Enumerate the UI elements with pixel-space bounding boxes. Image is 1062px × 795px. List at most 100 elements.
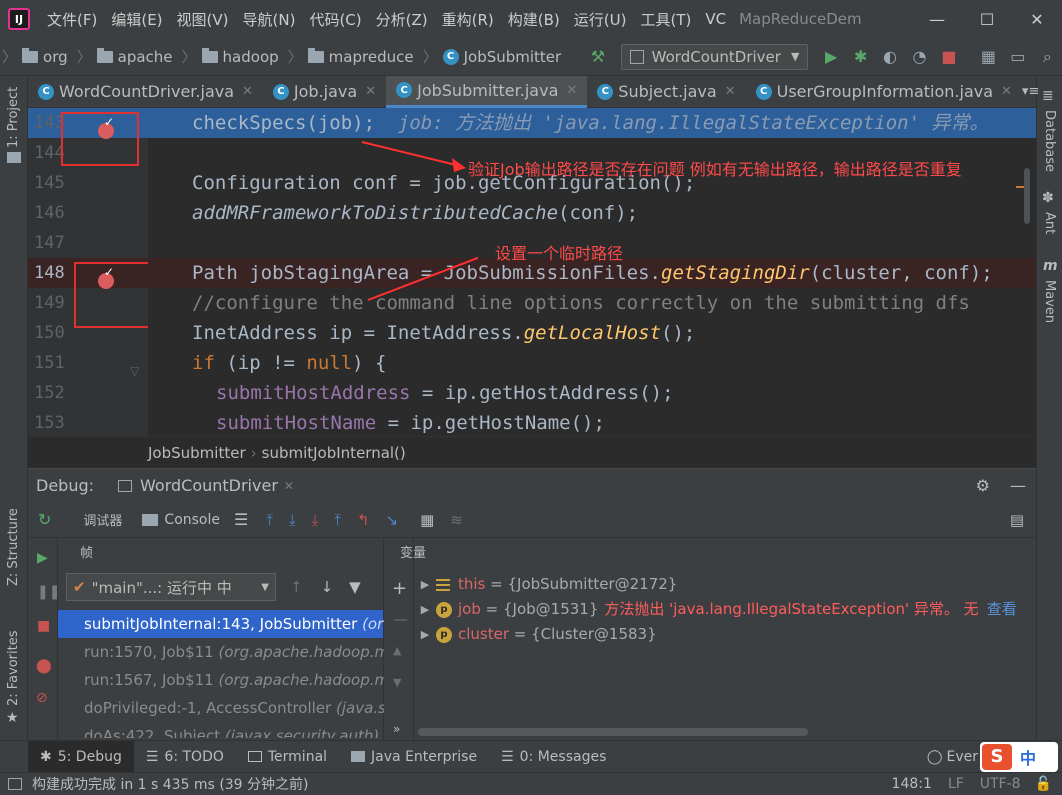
menu-view[interactable]: 视图(V) [170, 9, 236, 30]
tool-tab-debug[interactable]: ✱ 5: Debug [28, 740, 134, 773]
tab-wordcountdriver[interactable]: C WordCountDriver.java ✕ [28, 76, 263, 108]
line-separator[interactable]: LF [948, 776, 964, 792]
fold-icon[interactable]: ▽ [130, 364, 139, 378]
resume-icon[interactable]: ▶ [37, 550, 48, 566]
menu-lines-icon[interactable]: ☰ [234, 510, 248, 529]
close-icon[interactable]: ✕ [365, 84, 376, 99]
run-config-selector[interactable]: WordCountDriver ▼ [620, 43, 809, 70]
maximize-icon[interactable]: ☐ [962, 10, 1012, 29]
stop-icon[interactable]: ■ [37, 618, 50, 634]
stop-icon[interactable]: ■ [934, 47, 963, 66]
breadcrumb-method[interactable]: submitJobInternal() [262, 444, 406, 462]
editor-scrollbar[interactable] [1024, 168, 1030, 224]
minimize-icon[interactable]: — [1010, 476, 1026, 495]
tab-jobsubmitter[interactable]: C JobSubmitter.java ✕ [386, 75, 588, 108]
frame-item[interactable]: run:1567, Job$11 (org.apache.hadoop.m [58, 666, 389, 694]
cursor-position[interactable]: 148:1 [892, 776, 932, 792]
tab-console[interactable]: Console [164, 512, 220, 528]
close-icon[interactable]: ✕ [284, 479, 294, 493]
lock-icon[interactable]: 🔓 [1035, 776, 1052, 792]
file-encoding[interactable]: UTF-8 [980, 776, 1021, 792]
close-icon[interactable]: ✕ [566, 83, 577, 98]
mute-breakpoints-icon[interactable]: ⊘ [36, 690, 48, 706]
structure-tool-button[interactable]: Z: Structure [6, 508, 21, 586]
search-icon[interactable]: ⌕ [1033, 47, 1062, 67]
project-structure-icon[interactable]: ▦ [974, 47, 1003, 66]
crumb-hadoop[interactable]: hadoop [201, 47, 279, 66]
crumb-class[interactable]: C JobSubmitter [442, 48, 561, 66]
menu-navigate[interactable]: 导航(N) [236, 9, 303, 30]
horizontal-scrollbar[interactable] [418, 728, 808, 736]
crumb-mapreduce[interactable]: mapreduce [307, 47, 414, 66]
tool-tab-terminal[interactable]: Terminal [236, 741, 339, 773]
tab-debugger[interactable]: 调试器 [77, 510, 128, 529]
expand-triangle-icon[interactable]: ▶ [414, 597, 436, 622]
tab-usergroupinformation[interactable]: C UserGroupInformation.java ✕ [746, 76, 1022, 108]
add-watch-icon[interactable]: + [392, 578, 407, 599]
project-tool-button[interactable]: 1: Project [6, 87, 21, 148]
gear-icon[interactable]: ⚙ [976, 476, 990, 495]
close-icon[interactable]: ✕ [1012, 10, 1062, 29]
step-over-icon[interactable]: ⤓ [289, 511, 296, 529]
debug-session-tab[interactable]: WordCountDriver [140, 476, 278, 495]
crumb-org[interactable]: org [22, 47, 68, 66]
frame-item[interactable]: submitJobInternal:143, JobSubmitter (or [58, 610, 383, 638]
variable-row[interactable]: ▶ this = {JobSubmitter@2172} [414, 572, 1036, 597]
debug-bug-icon[interactable]: ✱ [846, 47, 875, 66]
close-icon[interactable]: ✕ [242, 84, 253, 99]
filter-icon[interactable]: ▼ [349, 578, 361, 596]
build-hammer-icon[interactable]: ⚒ [583, 47, 612, 66]
menu-run[interactable]: 运行(U) [567, 9, 634, 30]
tool-tab-todo[interactable]: ☰ 6: TODO [134, 741, 236, 773]
code-editor[interactable]: checkSpecs(job); job: 方法抛出 'java.lang.Il… [148, 108, 1036, 436]
menu-refactor[interactable]: 重构(R) [435, 9, 501, 30]
tool-tab-java-enterprise[interactable]: Java Enterprise [339, 741, 489, 773]
run-icon[interactable]: ▶ [816, 47, 845, 66]
step-out-icon[interactable]: ⤒ [334, 511, 341, 529]
ant-tool-button[interactable]: Ant [1042, 212, 1057, 234]
show-execution-point-icon[interactable]: ⤒ [266, 511, 273, 529]
expand-triangle-icon[interactable]: ▶ [414, 622, 436, 647]
close-icon[interactable]: ✕ [725, 84, 736, 99]
favorites-tool-button[interactable]: 2: Favorites [6, 630, 21, 706]
rerun-icon[interactable]: ↻ [38, 510, 51, 529]
step-into-icon[interactable]: ⤓ [312, 511, 319, 529]
menu-tools[interactable]: 工具(T) [633, 9, 698, 30]
drop-frame-icon[interactable]: ↰ [357, 511, 370, 529]
tab-job[interactable]: C Job.java ✕ [263, 76, 386, 108]
frame-item[interactable]: doPrivileged:-1, AccessController (java.… [58, 694, 386, 722]
menu-analyze[interactable]: 分析(Z) [369, 9, 435, 30]
evaluate-icon[interactable]: ▦ [420, 511, 434, 529]
frame-item[interactable]: run:1570, Job$11 (org.apache.hadoop.m [58, 638, 389, 666]
frame-item[interactable]: doAs:422, Subject (javax.security.auth) [58, 722, 383, 738]
tool-tab-messages[interactable]: ☰ 0: Messages [489, 741, 618, 773]
frame-icon[interactable]: ▭ [1003, 47, 1032, 66]
view-link[interactable]: 查看 [987, 597, 1017, 622]
variable-row[interactable]: ▶ p job = {Job@1531} 方法抛出 'java.lang.Ill… [414, 597, 1036, 622]
tab-subject[interactable]: C Subject.java ✕ [587, 76, 745, 108]
run-to-cursor-icon[interactable]: ↘ [385, 511, 398, 529]
thread-selector[interactable]: ✔ "main"...: 运行中 中 ▼ [66, 573, 276, 601]
menu-edit[interactable]: 编辑(E) [104, 9, 169, 30]
database-tool-button[interactable]: Database [1042, 110, 1057, 172]
arrow-down-icon[interactable]: ↓ [321, 578, 334, 596]
minimize-icon[interactable]: — [912, 10, 962, 29]
layout-icon[interactable]: ▤ [1010, 511, 1024, 529]
coverage-icon[interactable]: ◐ [875, 47, 904, 66]
more-icon[interactable]: » [393, 722, 400, 736]
maven-tool-button[interactable]: Maven [1042, 280, 1057, 323]
ime-indicator[interactable]: S 中 [980, 741, 1058, 772]
menu-build[interactable]: 构建(B) [501, 9, 567, 30]
menu-file[interactable]: 文件(F) [40, 9, 104, 30]
profile-icon[interactable]: ◔ [905, 47, 934, 66]
close-icon[interactable]: ✕ [1001, 84, 1012, 99]
tool-tab-event-log[interactable]: ◯ Ever [915, 741, 980, 773]
variable-row[interactable]: ▶ p cluster = {Cluster@1583} [414, 622, 1036, 647]
menu-vcs[interactable]: VC [698, 10, 733, 28]
menu-code[interactable]: 代码(C) [302, 9, 368, 30]
crumb-apache[interactable]: apache [96, 47, 173, 66]
tab-list-icon[interactable]: ▾≡ [1022, 84, 1039, 99]
view-breakpoints-icon[interactable]: ⬤ [36, 658, 52, 674]
breadcrumb-class[interactable]: JobSubmitter [148, 444, 246, 462]
expand-triangle-icon[interactable]: ▶ [414, 572, 436, 597]
